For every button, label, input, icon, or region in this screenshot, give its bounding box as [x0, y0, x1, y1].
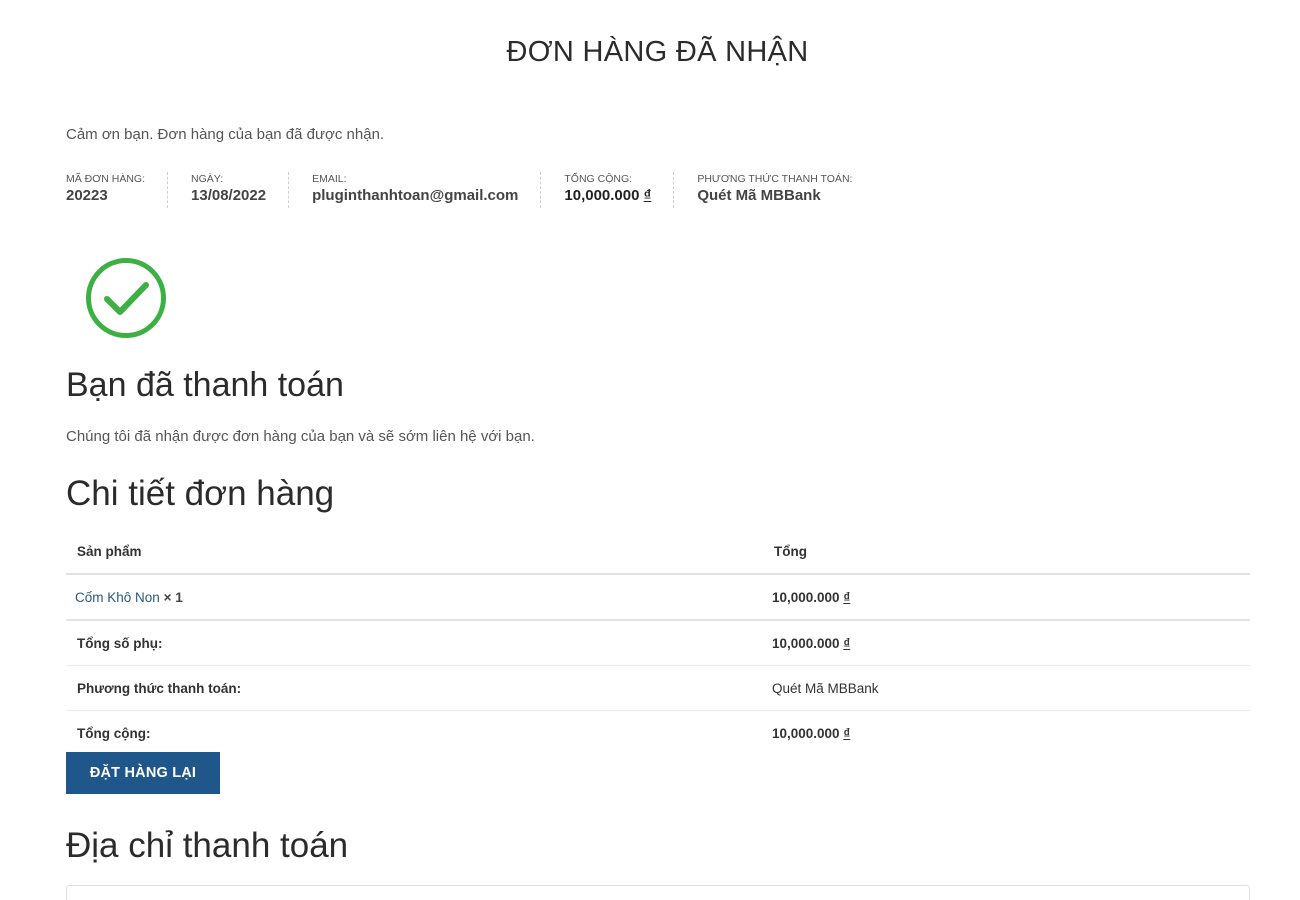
order-overview: MÃ ĐƠN HÀNG: 20223 NGÀY: 13/08/2022 EMAI…: [66, 172, 897, 208]
payment-method-value: Quét Mã MBBank: [697, 187, 821, 204]
overview-date: NGÀY: 13/08/2022: [191, 172, 290, 208]
payment-success-heading: Bạn đã thanh toán: [66, 366, 344, 404]
currency-symbol: ₫: [843, 635, 851, 651]
order-number-label: MÃ ĐƠN HÀNG:: [66, 173, 146, 185]
thank-you-message: Cảm ơn bạn. Đơn hàng của bạn đã được nhậ…: [66, 126, 385, 143]
grand-total-value: 10,000.000 ₫: [772, 711, 1250, 756]
payment-method-label: PHƯƠNG THỨC THANH TOÁN:: [697, 173, 853, 185]
email-label: EMAIL:: [312, 173, 347, 185]
currency-symbol: ₫: [643, 187, 652, 204]
product-quantity: × 1: [163, 589, 183, 605]
date-value: 13/08/2022: [191, 187, 267, 204]
order-received-page: ĐƠN HÀNG ĐÃ NHẬN Cảm ơn bạn. Đơn hàng củ…: [0, 0, 1300, 900]
column-header-total: Tổng: [772, 530, 1250, 575]
overview-order-number: MÃ ĐƠN HÀNG: 20223: [66, 172, 169, 208]
total-amount: 10,000.000: [564, 187, 640, 204]
billing-address-box: [66, 885, 1250, 900]
overview-payment-method: PHƯƠNG THỨC THANH TOÁN: Quét Mã MBBank: [697, 172, 874, 208]
column-header-product: Sản phẩm: [66, 530, 772, 575]
date-label: NGÀY:: [191, 173, 224, 185]
order-details-table: Sản phẩm Tổng Cốm Khô Non × 1 10,000.000…: [66, 530, 1250, 755]
page-title: ĐƠN HÀNG ĐÃ NHẬN: [506, 36, 809, 68]
currency-symbol: ₫: [843, 589, 851, 605]
grand-total-amount: 10,000.000: [772, 725, 840, 741]
check-circle-icon: [86, 258, 166, 338]
table-row: Cốm Khô Non × 1 10,000.000 ₫: [66, 574, 1250, 621]
product-cell: Cốm Khô Non × 1: [66, 574, 772, 621]
billing-address-heading: Địa chỉ thanh toán: [66, 826, 349, 865]
table-row: Tổng số phụ: 10,000.000 ₫: [66, 620, 1250, 666]
total-label: TỔNG CỘNG:: [564, 173, 633, 185]
subtotal-amount: 10,000.000: [772, 635, 840, 651]
payment-method-row-label: Phương thức thanh toán:: [66, 665, 772, 711]
payment-method-row-value: Quét Mã MBBank: [772, 665, 1250, 711]
currency-symbol: ₫: [843, 725, 851, 741]
order-details-heading: Chi tiết đơn hàng: [66, 474, 335, 513]
product-total-cell: 10,000.000 ₫: [772, 574, 1250, 621]
table-row: Phương thức thanh toán: Quét Mã MBBank: [66, 665, 1250, 711]
overview-total: TỔNG CỘNG: 10,000.000 ₫: [564, 172, 675, 208]
email-value: pluginthanhtoan@gmail.com: [312, 187, 519, 204]
subtotal-label: Tổng số phụ:: [66, 620, 772, 666]
product-amount: 10,000.000: [772, 589, 840, 605]
order-again-button[interactable]: ĐẶT HÀNG LẠI: [66, 752, 220, 794]
grand-total-label: Tổng cộng:: [77, 725, 151, 741]
table-row: Tổng cộng: 10,000.000 ₫: [66, 711, 1250, 756]
overview-email: EMAIL: pluginthanhtoan@gmail.com: [312, 172, 542, 208]
total-value: 10,000.000 ₫: [564, 187, 651, 204]
payment-success-message: Chúng tôi đã nhận được đơn hàng của bạn …: [66, 428, 535, 445]
order-number-value: 20223: [66, 187, 108, 204]
product-link[interactable]: Cốm Khô Non: [75, 590, 160, 605]
subtotal-value: 10,000.000 ₫: [772, 620, 1250, 666]
table-header-row: Sản phẩm Tổng: [66, 530, 1250, 575]
